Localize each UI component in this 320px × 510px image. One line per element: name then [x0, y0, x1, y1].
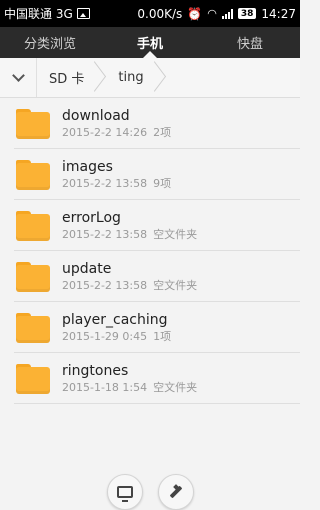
file-info: 2项: [153, 125, 172, 139]
file-date: 2015-2-2 13:58: [62, 176, 148, 190]
file-date: 2015-2-2 13:58: [62, 278, 148, 292]
file-date: 2015-2-2 13:58: [62, 227, 148, 241]
file-date: 2015-1-29 0:45: [62, 329, 148, 343]
file-date: 2015-2-2 14:26: [62, 125, 148, 139]
tab-label: 分类浏览: [23, 37, 76, 52]
image-notification-icon: [76, 8, 90, 19]
tab-label: 快盘: [236, 37, 263, 52]
folder-icon: [16, 159, 50, 190]
signal-icon: [221, 8, 233, 19]
file-name: ringtones: [62, 362, 129, 379]
file-name: player_caching: [62, 311, 168, 328]
remote-screen-button[interactable]: [107, 474, 143, 510]
alarm-icon: ⏰: [187, 6, 203, 21]
remote-screen-icon: [117, 486, 133, 502]
chevron-down-icon: [11, 69, 25, 82]
file-name: download: [62, 107, 130, 124]
folder-icon: [16, 312, 50, 343]
list-item[interactable]: errorLog 2015-2-2 13:58 空文件夹: [0, 200, 300, 251]
wifi-icon: ◠: [207, 7, 217, 20]
tab-category-browse[interactable]: 分类浏览: [0, 27, 100, 58]
battery-icon: 38: [237, 8, 257, 19]
list-item[interactable]: download 2015-2-2 14:26 2项: [0, 98, 300, 149]
file-info: 空文件夹: [153, 278, 198, 292]
folder-icon: [16, 363, 50, 394]
file-date: 2015-1-18 1:54: [62, 380, 148, 394]
file-info: 空文件夹: [153, 227, 198, 241]
folder-icon: [16, 261, 50, 292]
breadcrumb-label: SD 卡: [49, 72, 85, 87]
clean-button[interactable]: [158, 474, 194, 510]
list-item[interactable]: player_caching 2015-1-29 0:45 1项: [0, 302, 300, 353]
file-name: images: [62, 158, 113, 175]
chevron-right-icon: [142, 61, 166, 92]
folder-icon: [16, 108, 50, 139]
carrier-label: 中国联通 3G: [4, 7, 73, 21]
tab-phone[interactable]: 手机: [100, 27, 200, 58]
status-bar: 中国联通 3G 0.00K/s ⏰ ◠ 38 14:27: [0, 0, 300, 27]
list-item[interactable]: ringtones 2015-1-18 1:54 空文件夹: [0, 353, 300, 404]
file-name: errorLog: [62, 209, 121, 226]
breadcrumb-toggle[interactable]: [0, 58, 37, 97]
network-speed: 0.00K/s: [137, 6, 183, 21]
tab-label: 手机: [136, 37, 163, 52]
clean-icon: [168, 484, 184, 500]
file-info: 1项: [153, 329, 172, 343]
folder-icon: [16, 210, 50, 241]
tab-kuaipan[interactable]: 快盘: [200, 27, 300, 58]
file-list: download 2015-2-2 14:26 2项 images 2015-2-…: [0, 98, 300, 404]
breadcrumb-item-ting[interactable]: ting: [106, 58, 166, 97]
list-item[interactable]: update 2015-2-2 13:58 空文件夹: [0, 251, 300, 302]
chevron-right-icon: [83, 61, 107, 92]
file-name: update: [62, 260, 112, 277]
breadcrumb: SD 卡 ting: [0, 58, 300, 98]
file-info: 空文件夹: [153, 380, 198, 394]
breadcrumb-item-sdcard[interactable]: SD 卡: [37, 58, 107, 97]
breadcrumb-label: ting: [118, 70, 144, 85]
list-item[interactable]: images 2015-2-2 13:58 9项: [0, 149, 300, 200]
file-info: 9项: [153, 176, 172, 190]
tab-bar: 分类浏览 手机 快盘: [0, 27, 300, 58]
clock: 14:27: [261, 6, 296, 21]
